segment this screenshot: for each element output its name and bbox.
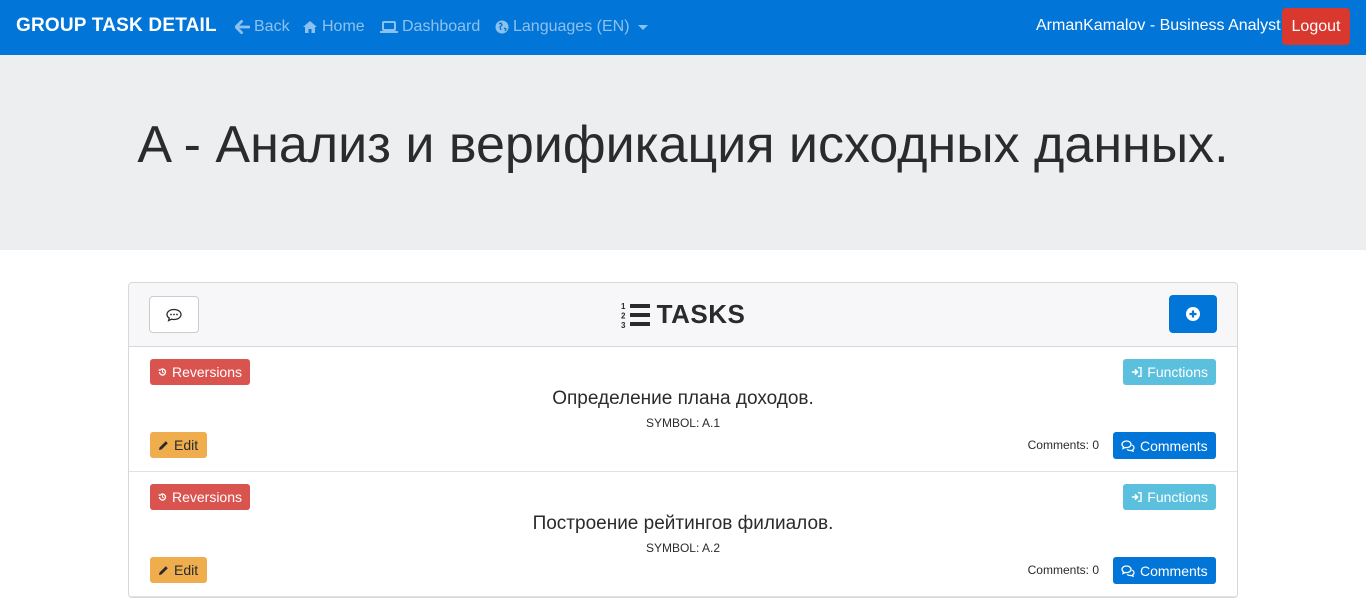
nav-home-link[interactable]: Home [302,18,365,36]
svg-text:3: 3 [621,321,626,329]
page-title: A - Анализ и верификация исходных данных… [137,116,1229,174]
edit-button[interactable]: Edit [150,557,207,583]
comments-label: Comments [1140,562,1208,579]
nav-languages-label: Languages (EN) [513,18,630,35]
comments-count: Comments: 0 [1027,563,1099,577]
tasks-heading: 1 2 3 TASKS [129,299,1237,330]
edit-label: Edit [174,562,199,578]
comments-button[interactable]: Comments [1113,432,1216,459]
functions-button[interactable]: Functions [1123,484,1216,510]
arrow-left-icon [235,20,250,34]
tasks-card: 1 2 3 TASKS Reversions Functions Определ… [128,282,1238,598]
task-row: Reversions Functions Построение рейтинго… [129,472,1237,597]
home-icon [303,21,317,33]
task-name: Определение плана доходов. [552,388,814,409]
nav-dashboard-label: Dashboard [402,18,481,35]
functions-label: Functions [1147,489,1208,505]
comments-icon [1121,439,1135,452]
nav-back-link[interactable]: Back [235,18,290,36]
nav-languages-dropdown[interactable]: Languages (EN) [495,18,648,36]
page-header: A - Анализ и верификация исходных данных… [0,55,1366,250]
sign-in-icon [1131,491,1142,503]
task-name: Построение рейтингов филиалов. [532,513,834,534]
add-task-button[interactable] [1169,295,1217,333]
functions-button[interactable]: Functions [1123,359,1216,385]
brand-title: GROUP TASK DETAIL [16,15,217,36]
reversions-label: Reversions [171,364,242,380]
plus-circle-icon [1186,307,1200,321]
history-icon [158,368,167,376]
comments-icon [1121,564,1135,577]
sign-in-icon [1131,366,1142,378]
tasks-card-header: 1 2 3 TASKS [129,283,1237,347]
nav-back-label: Back [254,18,290,35]
reversions-button[interactable]: Reversions [150,484,250,510]
pencil-icon [159,440,168,450]
functions-label: Functions [1147,364,1208,380]
current-user-label: ArmanKamalov - Business Analyst [1036,17,1281,34]
reversions-button[interactable]: Reversions [150,359,250,385]
comments-label: Comments [1140,437,1208,454]
caret-down-icon [637,25,648,30]
svg-text:2: 2 [621,311,626,320]
nav-home-label: Home [322,18,365,35]
edit-label: Edit [174,437,199,453]
logout-button[interactable]: Logout [1282,8,1350,45]
reversions-label: Reversions [171,489,242,505]
nav-dashboard-link[interactable]: Dashboard [380,18,480,36]
svg-text:1: 1 [621,302,626,311]
globe-icon [495,20,509,34]
pencil-icon [159,565,168,575]
history-icon [158,493,167,501]
tasks-heading-label: TASKS [656,299,746,329]
laptop-icon [380,21,398,33]
list-ol-icon: 1 2 3 [621,302,650,329]
comments-button[interactable]: Comments [1113,557,1216,584]
edit-button[interactable]: Edit [150,432,207,458]
task-symbol: SYMBOL: A.1 [645,416,721,430]
top-navbar: GROUP TASK DETAIL Back Home Dashboard La… [0,0,1366,55]
task-symbol: SYMBOL: A.2 [645,541,721,555]
task-row: Reversions Functions Определение плана д… [129,347,1237,472]
comments-count: Comments: 0 [1027,438,1099,452]
